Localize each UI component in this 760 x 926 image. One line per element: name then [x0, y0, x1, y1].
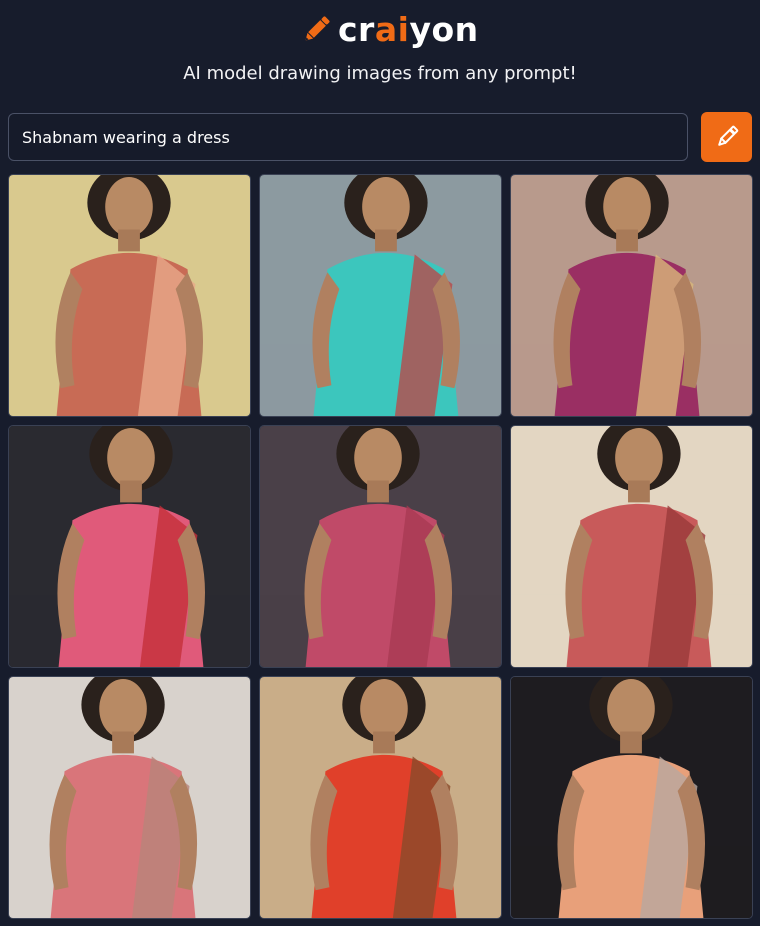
logo-text: craiyon	[338, 10, 479, 50]
tagline: AI model drawing images from any prompt!	[183, 63, 577, 84]
result-image[interactable]	[510, 174, 753, 417]
result-image[interactable]	[8, 174, 251, 417]
pencil-icon	[717, 125, 738, 146]
generated-portrait-image	[9, 677, 250, 918]
generated-portrait-image	[9, 175, 250, 416]
generated-portrait-image	[511, 175, 752, 416]
generated-portrait-image	[9, 426, 250, 667]
generated-portrait-image	[260, 426, 501, 667]
header: craiyon	[0, 8, 760, 56]
result-image[interactable]	[510, 425, 753, 668]
generated-portrait-image	[511, 677, 752, 918]
logo-text-highlight: ai	[374, 10, 410, 49]
result-image[interactable]	[8, 676, 251, 919]
logo-text-part-1: cr	[338, 10, 375, 49]
generated-portrait-image	[511, 426, 752, 667]
generated-portrait-image	[260, 175, 501, 416]
result-image[interactable]	[259, 425, 502, 668]
result-image[interactable]	[510, 676, 753, 919]
result-image[interactable]	[259, 676, 502, 919]
logo[interactable]: craiyon	[298, 10, 479, 50]
result-image[interactable]	[259, 174, 502, 417]
prompt-input[interactable]	[8, 113, 688, 161]
pencil-icon	[305, 16, 330, 41]
generated-portrait-image	[260, 677, 501, 918]
results-grid	[8, 174, 753, 919]
result-image[interactable]	[8, 425, 251, 668]
logo-text-part-3: yon	[409, 10, 479, 49]
draw-button[interactable]	[701, 112, 752, 162]
